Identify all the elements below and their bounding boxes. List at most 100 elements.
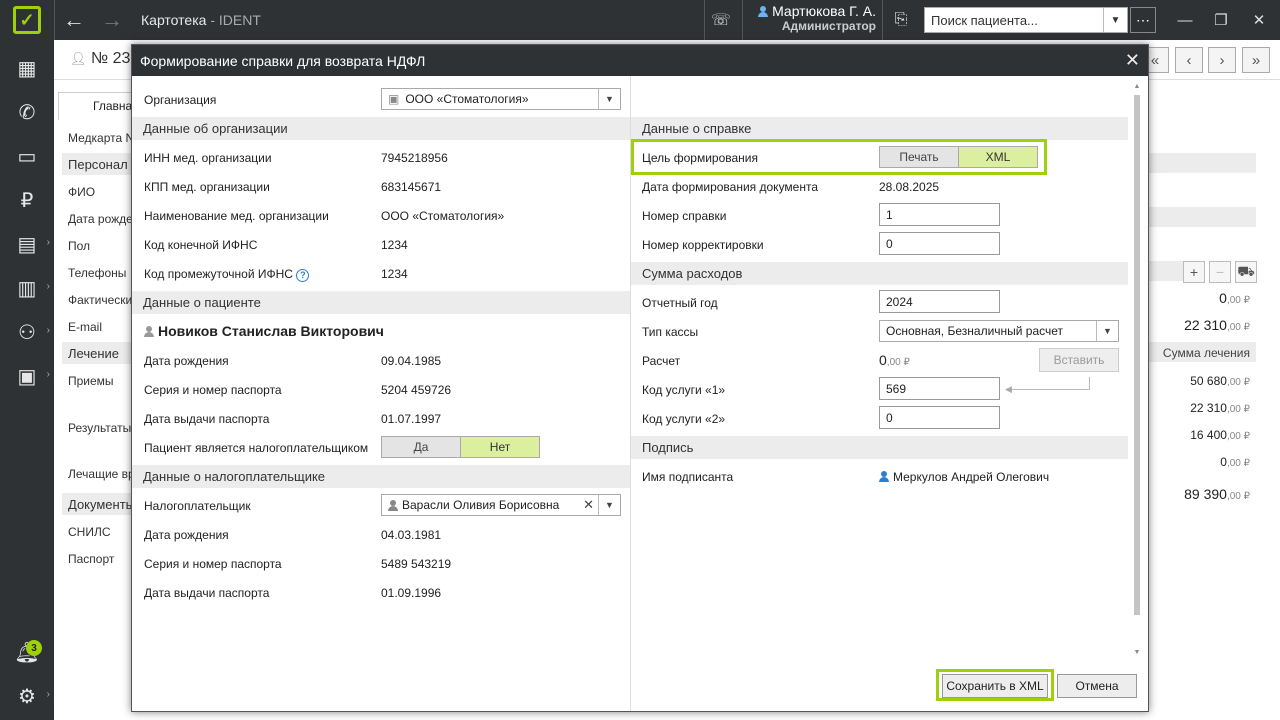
- user-icon: [388, 499, 398, 511]
- balance-value: 22 310,00 ₽: [1184, 317, 1250, 333]
- yes-option[interactable]: Да: [382, 437, 460, 457]
- scrollbar[interactable]: ▲ ▼: [1132, 83, 1142, 659]
- patient-birth-value: 09.04.1985: [381, 354, 442, 368]
- section-signature: Подпись: [631, 436, 1128, 459]
- patient-search-input[interactable]: Поиск пациента... ▼: [924, 7, 1128, 33]
- briefcase-icon: ▣: [388, 92, 400, 106]
- purpose-toggle[interactable]: Печать XML: [879, 146, 1038, 168]
- tab-main[interactable]: Главна: [58, 92, 138, 120]
- ifns-mid-value: 1234: [381, 267, 408, 281]
- patient-name: Новиков Станислав Викторович: [144, 323, 384, 339]
- back-arrow-icon[interactable]: ←: [56, 0, 92, 40]
- chevron-down-icon[interactable]: ▼: [598, 89, 620, 109]
- label: Фактически: [68, 293, 133, 307]
- organization-select[interactable]: ▣ ООО «Стоматология» ▼: [381, 88, 621, 110]
- documents-icon[interactable]: ▣ ›: [0, 356, 54, 396]
- section-title: Документы: [62, 493, 135, 515]
- schedule-icon[interactable]: ▦: [0, 48, 54, 88]
- section-strip: [1148, 153, 1256, 173]
- is-taxpayer-toggle[interactable]: Да Нет: [381, 436, 540, 458]
- reports-icon[interactable]: ▥ ›: [0, 268, 54, 308]
- next-page-icon[interactable]: ›: [1208, 47, 1236, 73]
- sum-header: Сумма лечения: [1162, 346, 1250, 360]
- finance-icon[interactable]: ₽: [0, 180, 54, 220]
- org-name-value: ООО «Стоматология»: [381, 209, 505, 223]
- label: Пол: [68, 239, 91, 253]
- no-option[interactable]: Нет: [460, 437, 539, 457]
- taxpayer-label: Налогоплательщик: [144, 499, 251, 513]
- label: Дата рожде: [68, 212, 133, 226]
- chevron-down-icon[interactable]: ▼: [1096, 321, 1118, 341]
- org-name-label: Наименование мед. организации: [144, 209, 329, 223]
- clear-icon[interactable]: ✕: [583, 497, 594, 513]
- section-expenses: Сумма расходов: [631, 262, 1128, 285]
- taxpayer-select[interactable]: Варасли Оливия Борисовна ✕ ▼: [381, 494, 621, 516]
- chevron-down-icon[interactable]: ▼: [598, 495, 620, 515]
- cancel-button[interactable]: Отмена: [1057, 674, 1137, 698]
- calls-icon[interactable]: ✆: [0, 92, 54, 132]
- forward-arrow-icon[interactable]: →: [94, 0, 130, 40]
- arrow-head-icon: ◀: [1005, 384, 1012, 394]
- chevron-down-icon[interactable]: ▼: [1103, 8, 1127, 32]
- calc-value: 0,00 ₽: [879, 352, 910, 368]
- window-title: Картотека - IDENT: [141, 12, 261, 28]
- taxpayer-birth-value: 04.03.1981: [381, 528, 442, 542]
- cash-type-select[interactable]: Основная, Безналичный расчет ▼: [879, 320, 1119, 342]
- dialog-title: Формирование справки для возврата НДФЛ ✕: [132, 45, 1148, 76]
- label: СНИЛС: [68, 525, 111, 539]
- is-taxpayer-label: Пациент является налогоплательщиком: [144, 441, 369, 455]
- staff-icon[interactable]: ⚇ ›: [0, 312, 54, 352]
- label: Приемы: [68, 374, 114, 388]
- section-strip: [1148, 261, 1184, 281]
- inn-label: ИНН мед. организации: [144, 151, 272, 165]
- cert-no-input[interactable]: 1: [879, 203, 1000, 226]
- section-title: Лечение: [62, 342, 134, 364]
- ifns-final-label: Код конечной ИФНС: [144, 238, 258, 252]
- patient-issued-value: 01.07.1997: [381, 412, 442, 426]
- arrow-icon: [1008, 377, 1090, 390]
- corr-no-input[interactable]: 0: [879, 232, 1000, 255]
- help-icon[interactable]: ?: [296, 269, 310, 282]
- close-icon[interactable]: ✕: [1125, 50, 1140, 71]
- more-icon[interactable]: ⋯: [1130, 7, 1156, 33]
- section-taxpayer: Данные о налогоплательщике: [132, 465, 630, 488]
- last-page-icon[interactable]: »: [1242, 47, 1270, 73]
- prev-page-icon[interactable]: ‹: [1175, 47, 1203, 73]
- kpp-label: КПП мед. организации: [144, 180, 270, 194]
- corr-no-label: Номер корректировки: [642, 238, 764, 252]
- current-user[interactable]: Мартюкова Г. А. Администратор: [752, 3, 876, 33]
- sum-value: 0,00 ₽: [1220, 455, 1250, 469]
- add-icon[interactable]: +: [1183, 261, 1205, 283]
- year-input[interactable]: 2024: [879, 290, 1000, 313]
- messages-icon[interactable]: ▭: [0, 136, 54, 176]
- signer-label: Имя подписанта: [642, 470, 734, 484]
- minimize-icon[interactable]: —: [1168, 0, 1202, 40]
- close-window-icon[interactable]: ✕: [1242, 0, 1276, 40]
- cart-icon[interactable]: ⛟: [1235, 261, 1257, 283]
- settings-icon[interactable]: ⚙ ›: [0, 676, 54, 716]
- print-option[interactable]: Печать: [880, 147, 958, 167]
- calendar-icon[interactable]: ▤ ›: [0, 224, 54, 264]
- svc2-input[interactable]: 0: [879, 406, 1000, 429]
- section-strip: [1148, 207, 1256, 227]
- sidebar: ▦ ✆ ▭ ₽ ▤› ▥› ⚇› ▣› 🔔︎3 ⚙›: [0, 40, 54, 720]
- remove-icon[interactable]: −: [1209, 261, 1231, 283]
- logout-icon[interactable]: ⎘: [886, 0, 916, 40]
- xml-option[interactable]: XML: [958, 147, 1037, 167]
- signer-value[interactable]: Меркулов Андрей Олегович: [879, 470, 1049, 484]
- top-bar: ✓ ← → Картотека - IDENT ☏ Мартюкова Г. А…: [0, 0, 1280, 40]
- save-xml-button[interactable]: Сохранить в XML: [942, 674, 1048, 698]
- notifications-icon[interactable]: 🔔︎3: [0, 632, 54, 672]
- app-logo-icon[interactable]: ✓: [0, 0, 54, 40]
- section-org: Данные об организации: [132, 117, 630, 140]
- insert-button[interactable]: Вставить: [1039, 348, 1119, 372]
- patient-birth-label: Дата рождения: [144, 354, 229, 368]
- cert-no-label: Номер справки: [642, 209, 727, 223]
- phone-icon[interactable]: ☏: [706, 0, 736, 40]
- sum-value: 16 400,00 ₽: [1190, 428, 1250, 442]
- cash-type-label: Тип кассы: [642, 325, 699, 339]
- maximize-icon[interactable]: ❐: [1204, 0, 1238, 40]
- ifns-mid-label: Код промежуточной ИФНС ?: [144, 267, 310, 282]
- svc1-input[interactable]: 569: [879, 377, 1000, 400]
- label: Результаты: [68, 421, 132, 435]
